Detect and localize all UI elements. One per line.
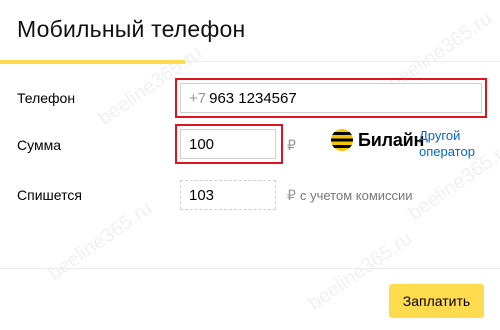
amount-label: Сумма <box>17 137 61 153</box>
deduct-value: 103 <box>189 186 215 204</box>
deduct-field: 103 <box>180 180 276 210</box>
payment-card: beeline365.ru beeline365.ru beeline365.r… <box>0 0 500 330</box>
beeline-striped-circle-icon <box>331 129 353 151</box>
operator-name: Билайн <box>358 129 425 150</box>
pay-button[interactable]: Заплатить <box>389 284 484 318</box>
other-operator-link-line2: оператор <box>419 144 475 159</box>
watermark: beeline365.ru <box>44 197 157 285</box>
other-operator-link[interactable]: Другой оператор <box>419 128 475 160</box>
page-title: Мобильный телефон <box>17 16 246 42</box>
phone-highlight-box <box>175 78 487 118</box>
phone-label: Телефон <box>17 90 76 106</box>
footer-divider <box>0 268 500 269</box>
deduct-currency: ₽ <box>287 187 296 203</box>
deduct-label: Спишется <box>17 187 82 203</box>
amount-highlight-box <box>175 124 283 164</box>
other-operator-link-line1: Другой <box>419 128 461 143</box>
amount-currency: ₽ <box>287 137 296 153</box>
operator-logo: Билайн <box>330 128 424 152</box>
divider <box>185 61 500 62</box>
title-accent-bar <box>0 60 185 64</box>
commission-note: с учетом комиссии <box>300 188 413 203</box>
